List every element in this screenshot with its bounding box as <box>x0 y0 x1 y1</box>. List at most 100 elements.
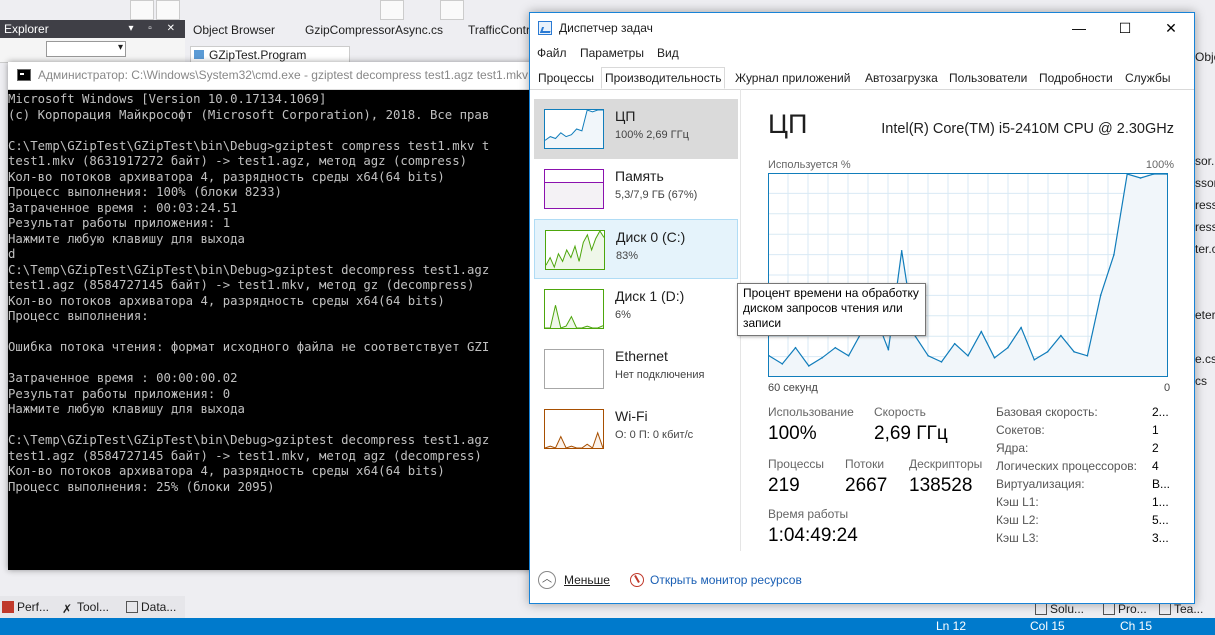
resource-cpu[interactable]: ЦП 100% 2,69 ГГц <box>534 99 738 159</box>
cpu-usage-point <box>967 355 969 357</box>
chevron-up-icon[interactable]: ︿ <box>538 571 556 589</box>
properties-icon <box>1103 603 1115 615</box>
resource-value: О: 0 П: 0 кбит/с <box>615 429 694 441</box>
uptime-label: Время работы <box>768 507 849 521</box>
file-item[interactable]: ter.cs <box>1195 238 1215 260</box>
doc-tab-traffic[interactable]: TrafficContr <box>460 20 538 40</box>
file-item[interactable]: cs <box>1195 370 1215 392</box>
sparkline-area <box>545 182 603 208</box>
minimize-button[interactable]: — <box>1056 13 1102 43</box>
tab-performance[interactable]: Perf... <box>2 598 49 616</box>
file-item[interactable]: eters <box>1195 304 1215 326</box>
doc-tab-object-browser[interactable]: Object Browser <box>185 20 283 40</box>
file-item[interactable]: resso <box>1195 216 1215 238</box>
cmd-titlebar[interactable]: Администратор: C:\Windows\System32\cmd.e… <box>8 62 548 90</box>
console-line: Процесс выполнения: 100% (блоки 8233) <box>8 185 282 199</box>
toolbar-button[interactable] <box>130 0 154 20</box>
toolbar-button[interactable] <box>380 0 404 20</box>
tab-data-sources[interactable]: Data... <box>126 598 176 616</box>
close-button[interactable]: ✕ <box>1148 13 1194 43</box>
file-item[interactable]: ssorA <box>1195 172 1215 194</box>
tm-menubar: Файл Параметры Вид <box>530 43 1194 63</box>
file-item[interactable] <box>1195 260 1215 282</box>
tab-performance[interactable]: Производительность <box>601 67 726 89</box>
spec-value: 1 <box>1152 423 1159 437</box>
bottom-tool-tabs: Perf... ✗ Tool... Data... <box>0 596 185 618</box>
handles-value: 138528 <box>909 475 973 496</box>
solution-explorer-title: Explorer <box>4 22 49 36</box>
cpu-usage-point <box>1113 254 1115 256</box>
disk1-thumbnail <box>544 289 604 329</box>
open-resource-monitor-link[interactable]: Открыть монитор ресурсов <box>650 573 802 587</box>
tab-services[interactable]: Службы <box>1122 68 1173 88</box>
console-line: Процесс выполнения: <box>8 309 149 323</box>
fewer-details-button[interactable]: Меньше <box>564 573 610 587</box>
tm-footer: ︿ Меньше Открыть монитор ресурсов <box>530 565 1194 597</box>
tab-startup[interactable]: Автозагрузка <box>862 68 941 88</box>
console-line: Результат работы приложения: 0 <box>8 386 231 401</box>
tab-label: Tea... <box>1174 602 1204 616</box>
console-line: Процесс выполнения: 25% (блоки 2095) <box>8 479 275 494</box>
console-line: (c) Корпорация Майкрософт (Microsoft Cor… <box>8 107 490 122</box>
file-item[interactable] <box>1195 326 1215 348</box>
menu-view[interactable]: Вид <box>657 43 679 63</box>
console-line: Нажмите любую клавишу для выхода <box>8 231 245 246</box>
resource-wifi[interactable]: Wi-Fi О: 0 П: 0 кбит/с <box>534 399 738 459</box>
cpu-usage-point <box>768 355 770 357</box>
resource-disk-0[interactable]: Диск 0 (C:) 83% <box>534 219 738 279</box>
file-item[interactable] <box>1195 282 1215 304</box>
cpu-usage-point <box>821 357 823 359</box>
cpu-usage-point <box>953 342 956 345</box>
cpu-usage-point <box>1099 294 1102 296</box>
doc-tab-gzip-compressor[interactable]: GzipCompressorAsync.cs <box>297 20 451 40</box>
file-item[interactable]: resso <box>1195 194 1215 216</box>
tab-toolbox[interactable]: ✗ Tool... <box>62 598 109 616</box>
menu-file[interactable]: Файл <box>537 43 567 63</box>
spec-value: В... <box>1152 477 1171 491</box>
file-item[interactable]: e.cs <box>1195 348 1215 370</box>
cpu-model: Intel(R) Core(TM) i5-2410M CPU @ 2.30GHz <box>881 121 1174 137</box>
cpu-usage-point <box>781 363 784 365</box>
maximize-button[interactable]: ☐ <box>1102 13 1148 43</box>
explorer-combo[interactable] <box>46 41 126 57</box>
cpu-usage-point <box>847 355 850 357</box>
tab-details[interactable]: Подробности <box>1036 68 1116 88</box>
solution-explorer-tab[interactable]: Explorer ▾ ▫ ✕ <box>0 20 185 38</box>
solution-icon <box>1035 603 1047 615</box>
spec-label: Ядра: <box>996 441 1029 455</box>
cmd-window[interactable]: Администратор: C:\Windows\System32\cmd.e… <box>8 62 548 570</box>
cpu-usage-point <box>927 355 929 357</box>
console-line: Кол-во потоков архиватора 4, разрядность… <box>8 464 445 478</box>
menu-options[interactable]: Параметры <box>580 43 644 63</box>
tab-app-history[interactable]: Журнал приложений <box>732 68 853 88</box>
file-item[interactable]: sor. <box>1195 150 1215 172</box>
resource-memory[interactable]: Память 5,3/7,9 ГБ (67%) <box>534 159 738 219</box>
console-line: test1.agz (8584727145 байт) -> test1.mkv… <box>8 278 475 292</box>
tm-titlebar[interactable]: Диспетчер задач — ☐ ✕ <box>530 13 1194 43</box>
cpu-heading: ЦП <box>768 109 808 139</box>
resource-name: ЦП <box>615 108 636 124</box>
resource-disk-1[interactable]: Диск 1 (D:) 6% <box>534 279 738 339</box>
tab-processes[interactable]: Процессы <box>535 68 597 88</box>
resource-value: 5,3/7,9 ГБ (67%) <box>615 189 698 201</box>
disk-tooltip: Процент времени на обработку диском запр… <box>737 283 926 336</box>
console-line: Microsoft Windows [Version 10.0.17134.10… <box>8 92 327 106</box>
tab-users[interactable]: Пользователи <box>946 68 1030 88</box>
utilization-label: Использование <box>768 405 854 419</box>
speed-label: Скорость <box>874 405 926 419</box>
console-line: C:\Temp\GZipTest\GZipTest\bin\Debug>gzip… <box>8 262 490 277</box>
cpu-usage-point <box>794 346 797 349</box>
cpu-usage-point <box>900 250 903 252</box>
handles-label: Дескрипторы <box>909 457 983 471</box>
resource-name: Диск 1 (D:) <box>615 288 685 304</box>
resource-value: 100% 2,69 ГГц <box>615 129 689 141</box>
resource-ethernet[interactable]: Ethernet Нет подключения <box>534 339 738 399</box>
cpu-usage-point <box>1020 326 1022 329</box>
ethernet-thumbnail <box>544 349 604 389</box>
toolbar-button[interactable] <box>156 0 180 20</box>
graph-x-right: 0 <box>1164 382 1171 394</box>
threads-label: Потоки <box>845 457 885 471</box>
cmd-output[interactable]: Microsoft Windows [Version 10.0.17134.10… <box>8 92 548 570</box>
toolbar-button[interactable] <box>440 0 464 20</box>
panel-buttons-icon[interactable]: ▾ ▫ ✕ <box>129 20 182 38</box>
